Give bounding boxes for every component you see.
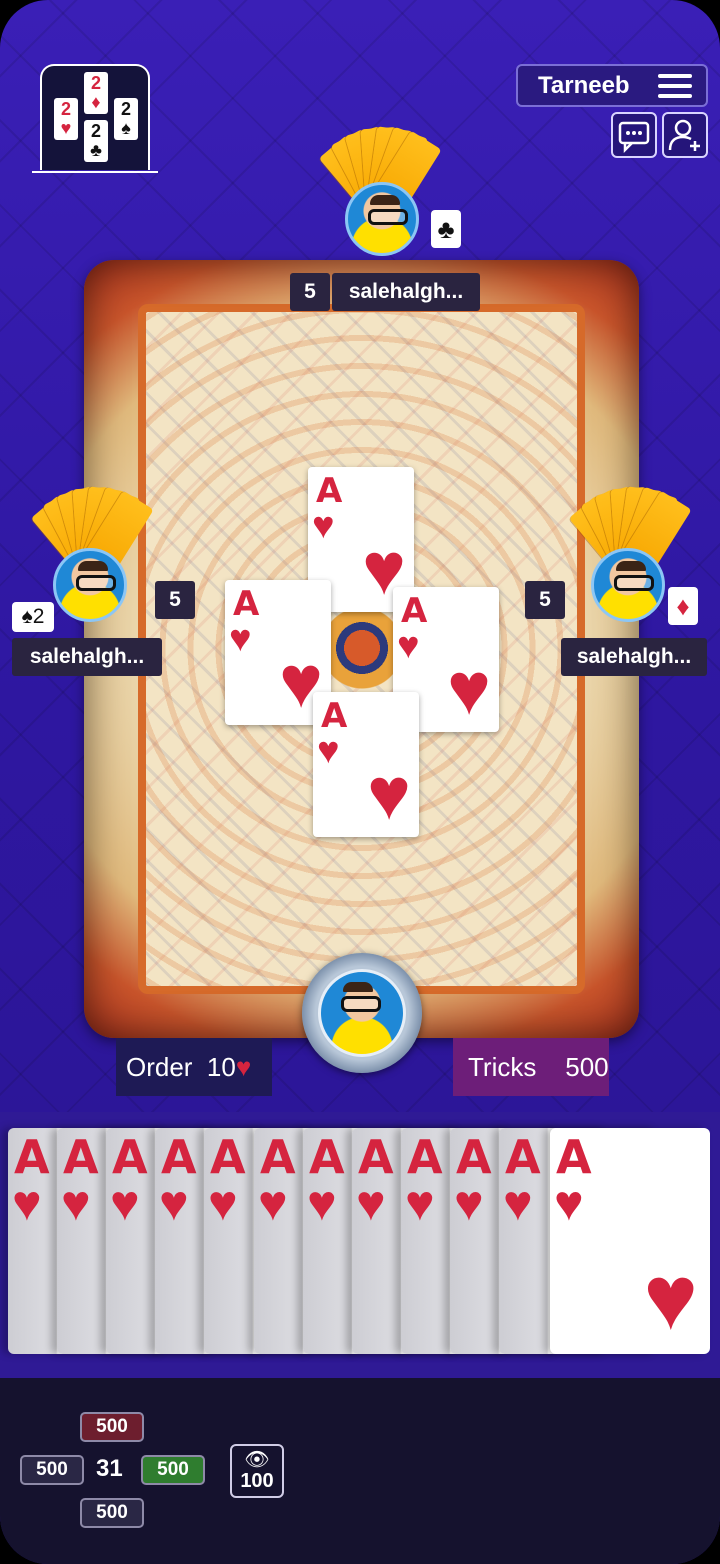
heart-icon: ♥ xyxy=(367,752,411,835)
left-player-name: salehalgh... xyxy=(12,638,162,676)
heart-icon: ♥ xyxy=(229,618,252,660)
heart-icon: ♥ xyxy=(447,647,491,730)
game-logo: 2 ♦ 2 ♥ 2 ♠ 2 ♣ xyxy=(40,64,150,170)
score-chip-right: 500 xyxy=(141,1455,205,1485)
hand-card[interactable]: A ♥ ♥ xyxy=(550,1128,710,1354)
heart-icon: ♥ xyxy=(12,1175,42,1231)
top-player-card-count: 5 xyxy=(290,273,330,311)
heart-icon: ♥ xyxy=(317,730,340,772)
logo-card-diamond: 2 ♦ xyxy=(84,72,108,114)
score-total: 31 xyxy=(96,1455,123,1482)
heart-icon: ♥ xyxy=(405,1175,435,1231)
score-chip-bottom: 500 xyxy=(80,1498,144,1528)
logo-card-club: 2 ♣ xyxy=(84,120,108,162)
tricks-indicator: Tricks 500 xyxy=(453,1038,609,1096)
my-avatar-frame[interactable] xyxy=(302,953,422,1073)
heart-icon: ♥ xyxy=(554,1175,584,1231)
left-player-card-count: 5 xyxy=(155,581,195,619)
right-player-card-count: 5 xyxy=(525,581,565,619)
hamburger-icon xyxy=(658,73,692,98)
eye-icon: 👁 xyxy=(244,1449,270,1471)
top-player-avatar[interactable] xyxy=(345,182,419,256)
spectators-button[interactable]: 👁 100 xyxy=(230,1444,284,1498)
chat-button[interactable] xyxy=(611,112,657,158)
heart-icon: ♥ xyxy=(454,1175,484,1231)
right-player-name: salehalgh... xyxy=(561,638,707,676)
game-board xyxy=(84,260,639,1038)
heart-icon: ♥ xyxy=(397,625,420,667)
left-player-bid-badge: ♠ 2 xyxy=(12,602,54,632)
spade-icon: ♠ xyxy=(21,605,33,628)
my-avatar xyxy=(318,969,406,1057)
heart-icon: ♥ xyxy=(356,1175,386,1231)
game-menu-button[interactable]: Tarneeb xyxy=(516,64,708,107)
heart-icon: ♥ xyxy=(61,1175,91,1231)
heart-icon: ♥ xyxy=(312,505,335,547)
add-user-icon xyxy=(668,119,700,151)
top-player-name: salehalgh... xyxy=(332,273,480,311)
game-screen: 2 ♦ 2 ♥ 2 ♠ 2 ♣ Tarneeb ♣ 5 salehalgh...… xyxy=(0,0,720,1564)
played-card-bottom: A ♥ ♥ xyxy=(313,692,419,837)
chat-icon xyxy=(618,121,650,154)
heart-icon: ♥ xyxy=(110,1175,140,1231)
game-title: Tarneeb xyxy=(538,71,630,99)
heart-icon: ♥ xyxy=(159,1175,189,1231)
score-chip-top: 500 xyxy=(80,1412,144,1442)
score-chip-left: 500 xyxy=(20,1455,84,1485)
heart-icon: ♥ xyxy=(208,1175,238,1231)
add-friend-button[interactable] xyxy=(662,112,708,158)
right-player-avatar[interactable] xyxy=(591,548,665,622)
order-indicator: Order 10 ♥ xyxy=(116,1038,272,1096)
top-player-suit-club-icon: ♣ xyxy=(431,210,461,248)
heart-icon: ♥ xyxy=(235,1051,252,1082)
logo-underline xyxy=(32,171,158,173)
right-player-suit-diamond-icon: ♦ xyxy=(668,587,698,625)
heart-icon: ♥ xyxy=(643,1247,698,1349)
logo-card-heart: 2 ♥ xyxy=(54,98,78,140)
left-player-avatar[interactable] xyxy=(53,548,127,622)
heart-icon: ♥ xyxy=(258,1175,288,1231)
heart-icon: ♥ xyxy=(503,1175,533,1231)
logo-card-spade: 2 ♠ xyxy=(114,98,138,140)
heart-icon: ♥ xyxy=(307,1175,337,1231)
